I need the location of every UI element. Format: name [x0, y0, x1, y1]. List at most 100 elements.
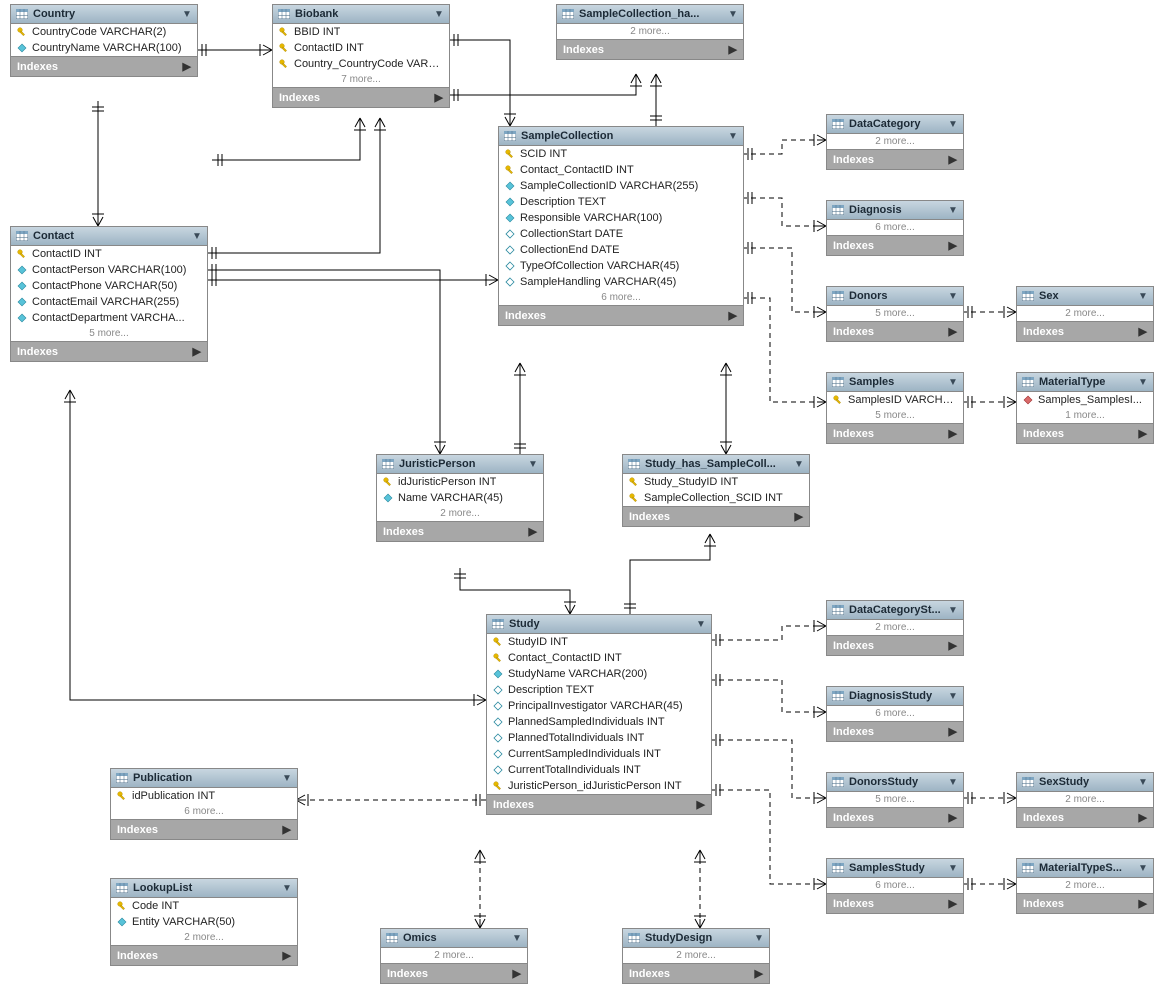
more-columns[interactable]: 6 more...	[827, 706, 963, 721]
entity-titlebar[interactable]: DataCategory▼	[827, 115, 963, 134]
more-columns[interactable]: 2 more...	[557, 24, 743, 39]
entity-titlebar[interactable]: LookupList▼	[111, 879, 297, 898]
collapse-icon[interactable]: ▼	[948, 691, 958, 702]
collapse-icon[interactable]: ▼	[948, 205, 958, 216]
entity-JuristicPerson[interactable]: JuristicPerson▼idJuristicPerson INTName …	[376, 454, 544, 542]
indexes-section[interactable]: Indexes▶	[827, 423, 963, 443]
collapse-icon[interactable]: ▼	[282, 773, 292, 784]
entity-titlebar[interactable]: Diagnosis▼	[827, 201, 963, 220]
indexes-section[interactable]: Indexes▶	[381, 963, 527, 983]
indexes-section[interactable]: Indexes▶	[827, 149, 963, 169]
indexes-section[interactable]: Indexes▶	[1017, 423, 1153, 443]
indexes-section[interactable]: Indexes▶	[1017, 893, 1153, 913]
more-columns[interactable]: 2 more...	[381, 948, 527, 963]
indexes-section[interactable]: Indexes▶	[827, 235, 963, 255]
entity-SamplesStudy[interactable]: SamplesStudy▼6 more...Indexes▶	[826, 858, 964, 914]
collapse-icon[interactable]: ▼	[696, 619, 706, 630]
indexes-section[interactable]: Indexes▶	[273, 87, 449, 107]
entity-titlebar[interactable]: DonorsStudy▼	[827, 773, 963, 792]
more-columns[interactable]: 1 more...	[1017, 408, 1153, 423]
entity-DataCategorySt[interactable]: DataCategorySt...▼2 more...Indexes▶	[826, 600, 964, 656]
collapse-icon[interactable]: ▼	[948, 291, 958, 302]
more-columns[interactable]: 2 more...	[1017, 306, 1153, 321]
more-columns[interactable]: 2 more...	[1017, 878, 1153, 893]
entity-MaterialTypeS[interactable]: MaterialTypeS...▼2 more...Indexes▶	[1016, 858, 1154, 914]
collapse-icon[interactable]: ▼	[182, 9, 192, 20]
more-columns[interactable]: 5 more...	[11, 326, 207, 341]
entity-Diagnosis[interactable]: Diagnosis▼6 more...Indexes▶	[826, 200, 964, 256]
entity-DataCategory[interactable]: DataCategory▼2 more...Indexes▶	[826, 114, 964, 170]
indexes-section[interactable]: Indexes▶	[827, 807, 963, 827]
collapse-icon[interactable]: ▼	[948, 377, 958, 388]
collapse-icon[interactable]: ▼	[728, 131, 738, 142]
entity-titlebar[interactable]: Study▼	[487, 615, 711, 634]
collapse-icon[interactable]: ▼	[948, 863, 958, 874]
indexes-section[interactable]: Indexes▶	[499, 305, 743, 325]
indexes-section[interactable]: Indexes▶	[623, 963, 769, 983]
entity-titlebar[interactable]: DataCategorySt...▼	[827, 601, 963, 620]
entity-Donors[interactable]: Donors▼5 more...Indexes▶	[826, 286, 964, 342]
entity-titlebar[interactable]: DiagnosisStudy▼	[827, 687, 963, 706]
entity-SampleCollection[interactable]: SampleCollection▼SCID INTContact_Contact…	[498, 126, 744, 326]
entity-StudyDesign[interactable]: StudyDesign▼2 more...Indexes▶	[622, 928, 770, 984]
collapse-icon[interactable]: ▼	[728, 9, 738, 20]
entity-Country[interactable]: Country▼CountryCode VARCHAR(2)CountryNam…	[10, 4, 198, 77]
entity-titlebar[interactable]: Country▼	[11, 5, 197, 24]
indexes-section[interactable]: Indexes▶	[1017, 321, 1153, 341]
more-columns[interactable]: 2 more...	[623, 948, 769, 963]
collapse-icon[interactable]: ▼	[528, 459, 538, 470]
entity-Sex[interactable]: Sex▼2 more...Indexes▶	[1016, 286, 1154, 342]
collapse-icon[interactable]: ▼	[282, 883, 292, 894]
indexes-section[interactable]: Indexes▶	[827, 635, 963, 655]
indexes-section[interactable]: Indexes▶	[11, 341, 207, 361]
collapse-icon[interactable]: ▼	[948, 605, 958, 616]
entity-DonorsStudy[interactable]: DonorsStudy▼5 more...Indexes▶	[826, 772, 964, 828]
more-columns[interactable]: 5 more...	[827, 408, 963, 423]
collapse-icon[interactable]: ▼	[948, 777, 958, 788]
entity-Omics[interactable]: Omics▼2 more...Indexes▶	[380, 928, 528, 984]
collapse-icon[interactable]: ▼	[512, 933, 522, 944]
collapse-icon[interactable]: ▼	[434, 9, 444, 20]
indexes-section[interactable]: Indexes▶	[827, 893, 963, 913]
indexes-section[interactable]: Indexes▶	[377, 521, 543, 541]
entity-titlebar[interactable]: Donors▼	[827, 287, 963, 306]
entity-titlebar[interactable]: MaterialTypeS...▼	[1017, 859, 1153, 878]
more-columns[interactable]: 7 more...	[273, 72, 449, 87]
more-columns[interactable]: 2 more...	[827, 620, 963, 635]
entity-SampleCollection_ha[interactable]: SampleCollection_ha...▼2 more...Indexes▶	[556, 4, 744, 60]
more-columns[interactable]: 2 more...	[1017, 792, 1153, 807]
entity-titlebar[interactable]: StudyDesign▼	[623, 929, 769, 948]
collapse-icon[interactable]: ▼	[192, 231, 202, 242]
entity-titlebar[interactable]: JuristicPerson▼	[377, 455, 543, 474]
entity-titlebar[interactable]: Publication▼	[111, 769, 297, 788]
entity-SexStudy[interactable]: SexStudy▼2 more...Indexes▶	[1016, 772, 1154, 828]
indexes-section[interactable]: Indexes▶	[827, 721, 963, 741]
collapse-icon[interactable]: ▼	[1138, 377, 1148, 388]
indexes-section[interactable]: Indexes▶	[11, 56, 197, 76]
entity-DiagnosisStudy[interactable]: DiagnosisStudy▼6 more...Indexes▶	[826, 686, 964, 742]
more-columns[interactable]: 5 more...	[827, 306, 963, 321]
entity-titlebar[interactable]: Study_has_SampleColl...▼	[623, 455, 809, 474]
collapse-icon[interactable]: ▼	[794, 459, 804, 470]
indexes-section[interactable]: Indexes▶	[487, 794, 711, 814]
entity-Study_has_SampleColl[interactable]: Study_has_SampleColl...▼Study_StudyID IN…	[622, 454, 810, 527]
entity-titlebar[interactable]: SampleCollection_ha...▼	[557, 5, 743, 24]
entity-titlebar[interactable]: SexStudy▼	[1017, 773, 1153, 792]
more-columns[interactable]: 6 more...	[827, 878, 963, 893]
more-columns[interactable]: 2 more...	[377, 506, 543, 521]
entity-Publication[interactable]: Publication▼idPublication INT6 more...In…	[110, 768, 298, 840]
entity-Contact[interactable]: Contact▼ContactID INTContactPerson VARCH…	[10, 226, 208, 362]
more-columns[interactable]: 2 more...	[111, 930, 297, 945]
entity-titlebar[interactable]: Samples▼	[827, 373, 963, 392]
more-columns[interactable]: 6 more...	[827, 220, 963, 235]
more-columns[interactable]: 6 more...	[499, 290, 743, 305]
indexes-section[interactable]: Indexes▶	[623, 506, 809, 526]
collapse-icon[interactable]: ▼	[948, 119, 958, 130]
more-columns[interactable]: 5 more...	[827, 792, 963, 807]
entity-titlebar[interactable]: Biobank▼	[273, 5, 449, 24]
collapse-icon[interactable]: ▼	[1138, 863, 1148, 874]
entity-Study[interactable]: Study▼StudyID INTContact_ContactID INTSt…	[486, 614, 712, 815]
more-columns[interactable]: 2 more...	[827, 134, 963, 149]
indexes-section[interactable]: Indexes▶	[111, 945, 297, 965]
entity-titlebar[interactable]: SampleCollection▼	[499, 127, 743, 146]
